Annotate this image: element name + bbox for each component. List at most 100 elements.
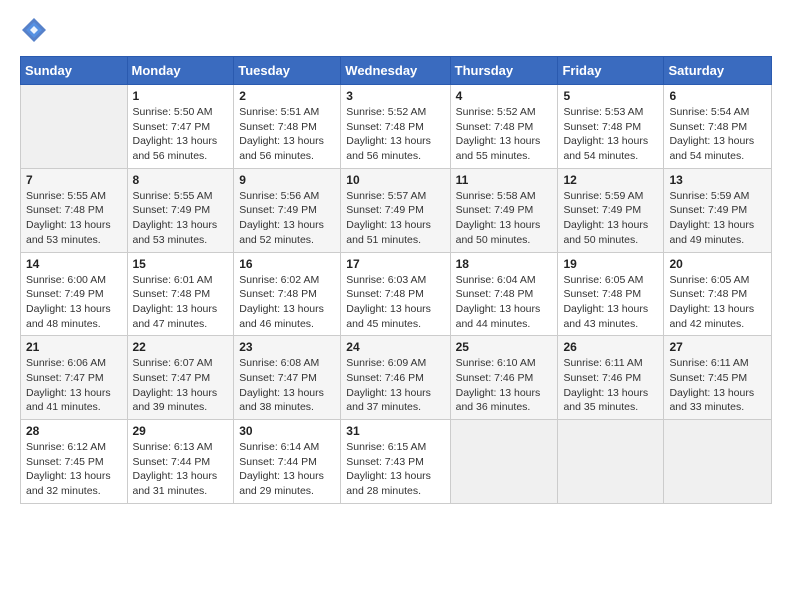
day-number: 29 xyxy=(133,424,229,438)
day-number: 5 xyxy=(563,89,658,103)
day-number: 27 xyxy=(669,340,766,354)
calendar-day-cell: 2Sunrise: 5:51 AMSunset: 7:48 PMDaylight… xyxy=(234,85,341,169)
calendar-day-cell: 19 Sunrise: 6:05 AMSunset: 7:48 PMDayligh… xyxy=(558,252,664,336)
day-detail: Sunrise: 5:54 AMSunset: 7:48 PMDaylight:… xyxy=(669,105,766,164)
day-number: 2 xyxy=(239,89,335,103)
day-number: 18 xyxy=(456,257,553,271)
day-detail: Sunrise: 5:56 AMSunset: 7:49 PMDaylight:… xyxy=(239,189,335,248)
calendar-day-cell: 22Sunrise: 6:07 AMSunset: 7:47 PMDayligh… xyxy=(127,336,234,420)
weekday-header-cell: Friday xyxy=(558,57,664,85)
day-number: 24 xyxy=(346,340,444,354)
calendar-day-cell: 18 Sunrise: 6:04 AMSunset: 7:48 PMDayligh… xyxy=(450,252,558,336)
day-detail: Sunrise: 6:04 AMSunset: 7:48 PMDaylight:… xyxy=(456,273,553,332)
day-detail: Sunrise: 6:05 AMSunset: 7:48 PMDaylight:… xyxy=(669,273,766,332)
calendar-day-cell: 11 Sunrise: 5:58 AMSunset: 7:49 PMDayligh… xyxy=(450,168,558,252)
calendar-week-row: 14Sunrise: 6:00 AMSunset: 7:49 PMDayligh… xyxy=(21,252,772,336)
day-detail: Sunrise: 5:57 AMSunset: 7:49 PMDaylight:… xyxy=(346,189,444,248)
calendar-day-cell: 16Sunrise: 6:02 AMSunset: 7:48 PMDayligh… xyxy=(234,252,341,336)
day-detail: Sunrise: 5:50 AMSunset: 7:47 PMDaylight:… xyxy=(133,105,229,164)
calendar-day-cell: 3 Sunrise: 5:52 AMSunset: 7:48 PMDaylight… xyxy=(341,85,450,169)
calendar-day-cell xyxy=(21,85,128,169)
weekday-header-row: SundayMondayTuesdayWednesdayThursdayFrid… xyxy=(21,57,772,85)
day-number: 23 xyxy=(239,340,335,354)
day-detail: Sunrise: 6:13 AMSunset: 7:44 PMDaylight:… xyxy=(133,440,229,499)
day-number: 1 xyxy=(133,89,229,103)
calendar-day-cell: 17 Sunrise: 6:03 AMSunset: 7:48 PMDayligh… xyxy=(341,252,450,336)
calendar-day-cell: 27 Sunrise: 6:11 AMSunset: 7:45 PMDayligh… xyxy=(664,336,772,420)
calendar-day-cell: 24 Sunrise: 6:09 AMSunset: 7:46 PMDayligh… xyxy=(341,336,450,420)
calendar-day-cell: 7 Sunrise: 5:55 AMSunset: 7:48 PMDaylight… xyxy=(21,168,128,252)
weekday-header-cell: Thursday xyxy=(450,57,558,85)
day-number: 16 xyxy=(239,257,335,271)
day-number: 3 xyxy=(346,89,444,103)
calendar-day-cell: 4 Sunrise: 5:52 AMSunset: 7:48 PMDaylight… xyxy=(450,85,558,169)
day-detail: Sunrise: 6:08 AMSunset: 7:47 PMDaylight:… xyxy=(239,356,335,415)
day-number: 9 xyxy=(239,173,335,187)
calendar-day-cell: 13Sunrise: 5:59 AMSunset: 7:49 PMDayligh… xyxy=(664,168,772,252)
day-detail: Sunrise: 5:55 AMSunset: 7:48 PMDaylight:… xyxy=(26,189,122,248)
day-detail: Sunrise: 6:11 AMSunset: 7:45 PMDaylight:… xyxy=(669,356,766,415)
day-detail: Sunrise: 6:11 AMSunset: 7:46 PMDaylight:… xyxy=(563,356,658,415)
calendar-day-cell: 8 Sunrise: 5:55 AMSunset: 7:49 PMDaylight… xyxy=(127,168,234,252)
day-number: 26 xyxy=(563,340,658,354)
weekday-header-cell: Wednesday xyxy=(341,57,450,85)
weekday-header-cell: Tuesday xyxy=(234,57,341,85)
day-detail: Sunrise: 6:09 AMSunset: 7:46 PMDaylight:… xyxy=(346,356,444,415)
calendar-day-cell xyxy=(450,420,558,504)
weekday-header-cell: Sunday xyxy=(21,57,128,85)
calendar-day-cell: 20 Sunrise: 6:05 AMSunset: 7:48 PMDayligh… xyxy=(664,252,772,336)
day-number: 25 xyxy=(456,340,553,354)
calendar-day-cell: 23 Sunrise: 6:08 AMSunset: 7:47 PMDayligh… xyxy=(234,336,341,420)
day-detail: Sunrise: 6:14 AMSunset: 7:44 PMDaylight:… xyxy=(239,440,335,499)
day-number: 11 xyxy=(456,173,553,187)
calendar-day-cell: 14Sunrise: 6:00 AMSunset: 7:49 PMDayligh… xyxy=(21,252,128,336)
calendar-week-row: 1 Sunrise: 5:50 AMSunset: 7:47 PMDaylight… xyxy=(21,85,772,169)
calendar-day-cell: 25 Sunrise: 6:10 AMSunset: 7:46 PMDayligh… xyxy=(450,336,558,420)
day-detail: Sunrise: 5:59 AMSunset: 7:49 PMDaylight:… xyxy=(669,189,766,248)
calendar-day-cell: 29 Sunrise: 6:13 AMSunset: 7:44 PMDayligh… xyxy=(127,420,234,504)
calendar-day-cell: 30 Sunrise: 6:14 AMSunset: 7:44 PMDayligh… xyxy=(234,420,341,504)
day-number: 7 xyxy=(26,173,122,187)
day-detail: Sunrise: 6:00 AMSunset: 7:49 PMDaylight:… xyxy=(26,273,122,332)
day-number: 12 xyxy=(563,173,658,187)
day-number: 10 xyxy=(346,173,444,187)
calendar-day-cell: 1 Sunrise: 5:50 AMSunset: 7:47 PMDaylight… xyxy=(127,85,234,169)
weekday-header-cell: Monday xyxy=(127,57,234,85)
day-detail: Sunrise: 5:59 AMSunset: 7:49 PMDaylight:… xyxy=(563,189,658,248)
calendar-table: SundayMondayTuesdayWednesdayThursdayFrid… xyxy=(20,56,772,504)
day-detail: Sunrise: 6:03 AMSunset: 7:48 PMDaylight:… xyxy=(346,273,444,332)
logo xyxy=(20,16,52,46)
calendar-week-row: 7 Sunrise: 5:55 AMSunset: 7:48 PMDaylight… xyxy=(21,168,772,252)
day-detail: Sunrise: 5:52 AMSunset: 7:48 PMDaylight:… xyxy=(346,105,444,164)
day-detail: Sunrise: 6:15 AMSunset: 7:43 PMDaylight:… xyxy=(346,440,444,499)
day-number: 28 xyxy=(26,424,122,438)
logo-icon xyxy=(20,16,48,44)
day-number: 17 xyxy=(346,257,444,271)
day-number: 15 xyxy=(133,257,229,271)
header xyxy=(20,16,772,46)
day-number: 4 xyxy=(456,89,553,103)
day-detail: Sunrise: 6:06 AMSunset: 7:47 PMDaylight:… xyxy=(26,356,122,415)
calendar-day-cell: 21 Sunrise: 6:06 AMSunset: 7:47 PMDayligh… xyxy=(21,336,128,420)
day-number: 19 xyxy=(563,257,658,271)
calendar-day-cell xyxy=(558,420,664,504)
calendar-day-cell: 15 Sunrise: 6:01 AMSunset: 7:48 PMDayligh… xyxy=(127,252,234,336)
calendar-day-cell: 5 Sunrise: 5:53 AMSunset: 7:48 PMDaylight… xyxy=(558,85,664,169)
day-detail: Sunrise: 6:12 AMSunset: 7:45 PMDaylight:… xyxy=(26,440,122,499)
day-number: 30 xyxy=(239,424,335,438)
calendar-day-cell xyxy=(664,420,772,504)
day-detail: Sunrise: 5:55 AMSunset: 7:49 PMDaylight:… xyxy=(133,189,229,248)
calendar-week-row: 21 Sunrise: 6:06 AMSunset: 7:47 PMDayligh… xyxy=(21,336,772,420)
day-detail: Sunrise: 6:05 AMSunset: 7:48 PMDaylight:… xyxy=(563,273,658,332)
calendar-day-cell: 31Sunrise: 6:15 AMSunset: 7:43 PMDayligh… xyxy=(341,420,450,504)
day-number: 8 xyxy=(133,173,229,187)
day-detail: Sunrise: 5:52 AMSunset: 7:48 PMDaylight:… xyxy=(456,105,553,164)
day-detail: Sunrise: 5:58 AMSunset: 7:49 PMDaylight:… xyxy=(456,189,553,248)
calendar-day-cell: 12 Sunrise: 5:59 AMSunset: 7:49 PMDayligh… xyxy=(558,168,664,252)
day-number: 22 xyxy=(133,340,229,354)
day-detail: Sunrise: 5:53 AMSunset: 7:48 PMDaylight:… xyxy=(563,105,658,164)
day-number: 21 xyxy=(26,340,122,354)
day-number: 20 xyxy=(669,257,766,271)
day-detail: Sunrise: 6:10 AMSunset: 7:46 PMDaylight:… xyxy=(456,356,553,415)
day-detail: Sunrise: 6:01 AMSunset: 7:48 PMDaylight:… xyxy=(133,273,229,332)
